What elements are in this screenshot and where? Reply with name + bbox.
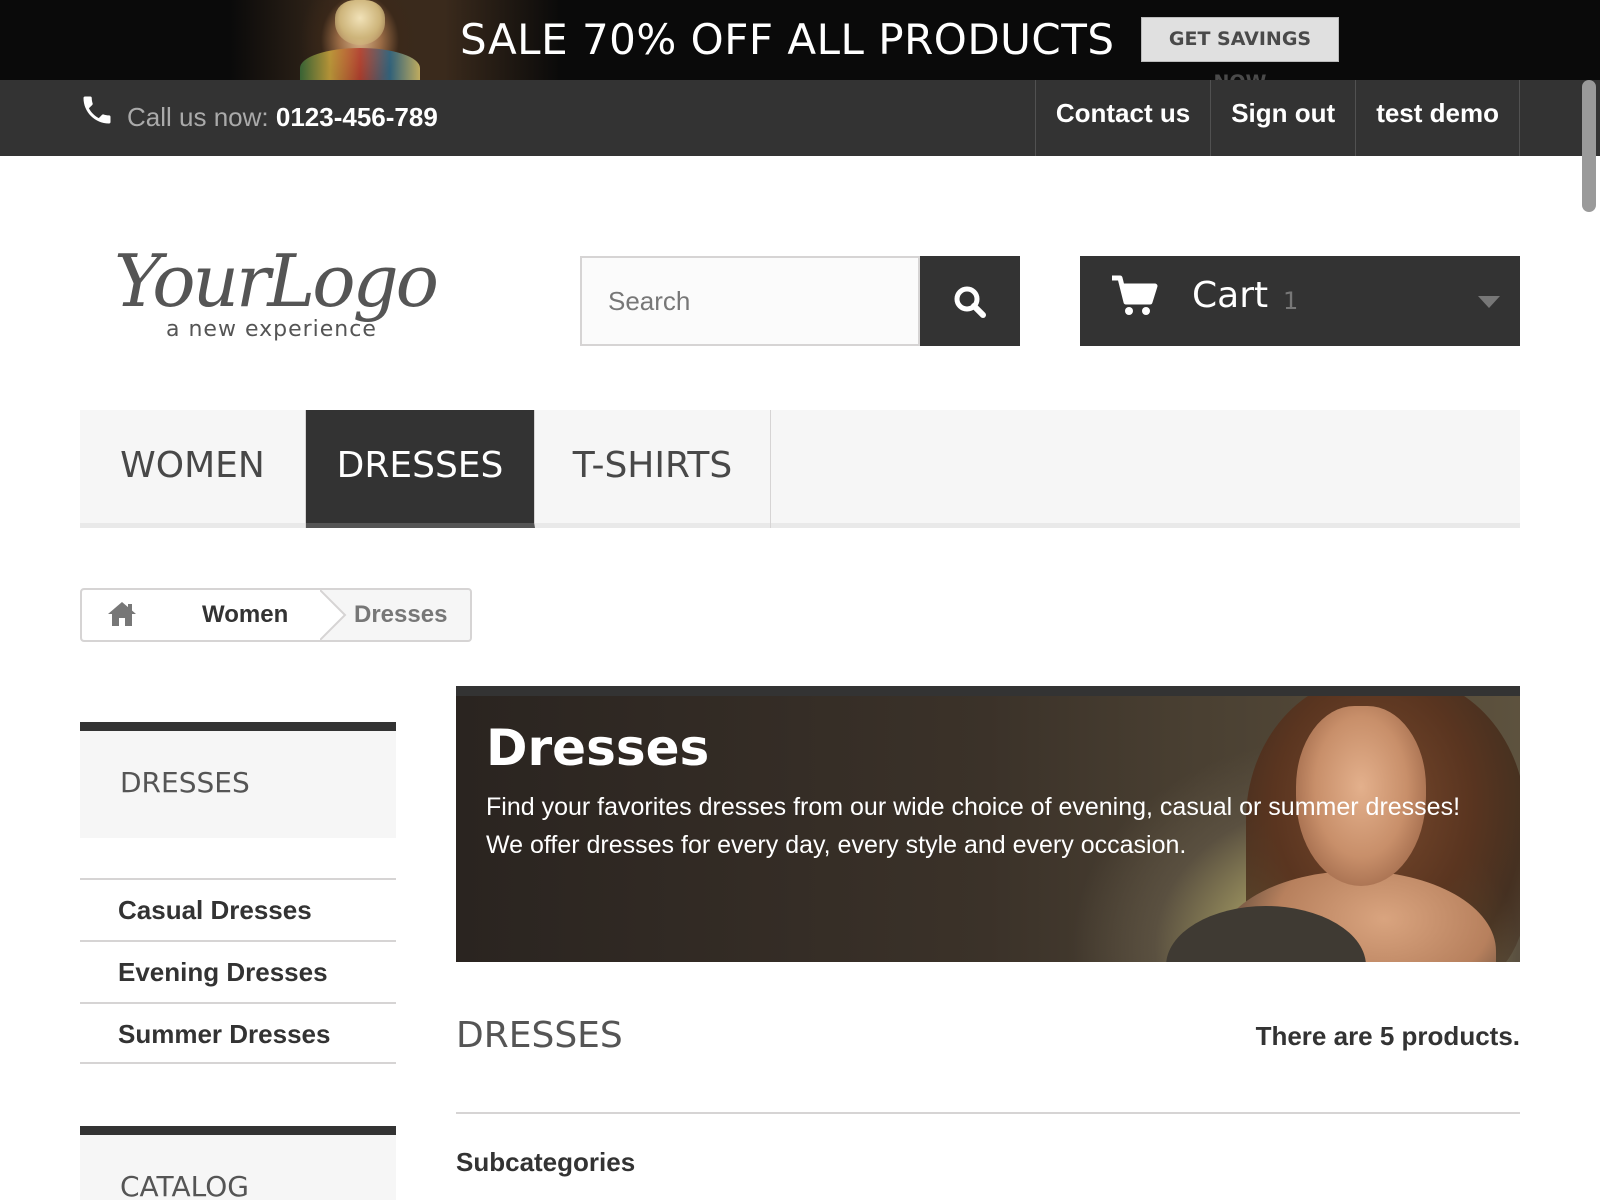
category-description-line: Find your favorites dresses from our wid… xyxy=(486,793,1461,821)
breadcrumb: Women Dresses xyxy=(80,588,472,642)
phone-number: 0123-456-789 xyxy=(275,102,438,132)
subcategory-list: Casual Dresses Evening Dresses Summer Dr… xyxy=(80,878,396,1064)
category-title: Dresses xyxy=(486,719,710,777)
menu-item-dresses[interactable]: DRESSES xyxy=(306,410,535,528)
cart-button[interactable]: Cart 1 xyxy=(1080,256,1520,346)
cart-label: Cart xyxy=(1192,275,1269,316)
breadcrumb-current: Dresses xyxy=(354,601,448,628)
menu-item-women[interactable]: WOMEN xyxy=(80,410,306,528)
site-logo[interactable]: YourLogo a new experience xyxy=(114,240,474,350)
main-menu: WOMEN DRESSES T-SHIRTS xyxy=(80,410,1520,528)
call-label: Call us now: xyxy=(127,102,269,132)
breadcrumb-women[interactable]: Women xyxy=(160,590,320,640)
catalog-block-title: CATALOG xyxy=(80,1126,396,1200)
svg-text:YourLogo: YourLogo xyxy=(114,240,437,323)
sidebar-block-title[interactable]: DRESSES xyxy=(80,722,396,838)
cart-count: 1 xyxy=(1283,287,1299,315)
promo-model-outfit xyxy=(300,48,420,80)
category-description: Find your favorites dresses from our wid… xyxy=(486,788,1496,864)
promo-model-hair xyxy=(335,0,385,45)
phone-icon xyxy=(83,96,111,124)
top-nav-links: Contact us Sign out test demo xyxy=(1034,80,1520,156)
chevron-down-icon xyxy=(1478,296,1500,308)
menu-item-tshirts[interactable]: T-SHIRTS xyxy=(535,410,771,528)
subcategories-heading: Subcategories xyxy=(456,1147,636,1177)
sidebar-item-evening-dresses[interactable]: Evening Dresses xyxy=(80,940,396,1002)
call-us: Call us now: 0123-456-789 xyxy=(127,102,438,132)
svg-text:a new experience: a new experience xyxy=(166,317,377,342)
top-nav-bar: Call us now: 0123-456-789 Contact us Sig… xyxy=(0,80,1600,156)
category-description-line: We offer dresses for every day, every st… xyxy=(486,831,1187,859)
divider xyxy=(456,1112,1520,1114)
breadcrumb-home[interactable] xyxy=(82,590,160,640)
home-icon xyxy=(108,602,136,626)
search-button[interactable] xyxy=(920,256,1020,346)
search-icon xyxy=(954,286,986,318)
breadcrumb-women-label: Women xyxy=(202,601,289,628)
category-banner: Dresses Find your favorites dresses from… xyxy=(456,686,1520,962)
account-link[interactable]: test demo xyxy=(1356,80,1520,156)
search-input[interactable] xyxy=(580,256,920,346)
contact-us-link[interactable]: Contact us xyxy=(1036,80,1212,156)
sidebar-item-summer-dresses[interactable]: Summer Dresses xyxy=(80,1002,396,1064)
page-scrollbar[interactable] xyxy=(1582,80,1596,212)
listing-heading: DRESSES xyxy=(456,1015,623,1056)
sign-out-link[interactable]: Sign out xyxy=(1211,80,1357,156)
promo-headline: SALE 70% OFF ALL PRODUCTS xyxy=(460,15,1115,64)
sidebar-item-casual-dresses[interactable]: Casual Dresses xyxy=(80,878,396,940)
get-savings-button[interactable]: GET SAVINGS NOW xyxy=(1141,17,1339,80)
product-count: There are 5 products. xyxy=(1255,1021,1520,1051)
cart-icon xyxy=(1112,275,1158,315)
breadcrumb-separator xyxy=(320,590,347,640)
promo-banner[interactable]: SALE 70% OFF ALL PRODUCTS GET SAVINGS NO… xyxy=(0,0,1600,80)
